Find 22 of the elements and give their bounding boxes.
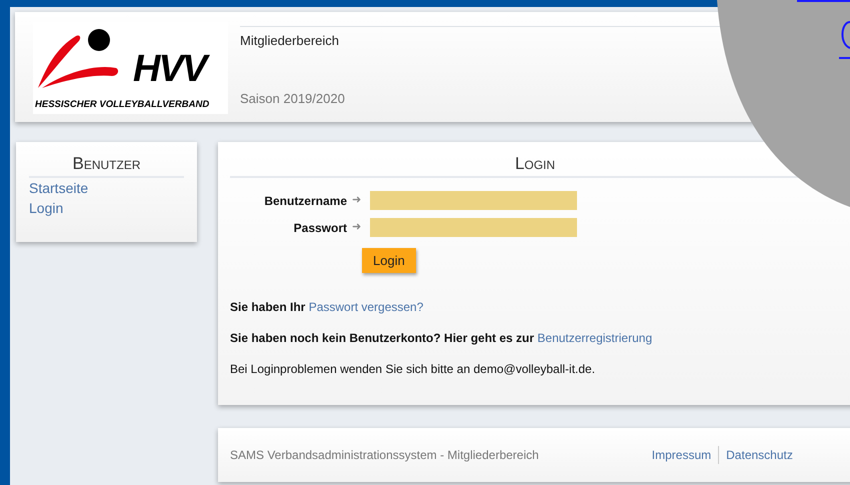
sidebar-link[interactable]: Login xyxy=(29,198,64,218)
arrow-icon: ➜ xyxy=(352,192,366,209)
login-title: Login xyxy=(514,153,556,175)
season-text: Saison 2019/2020 xyxy=(240,90,346,108)
help-link[interactable]: Benutzerregistrierung xyxy=(537,331,652,345)
arrow-icon: ➜ xyxy=(352,219,366,236)
area-title: Mitgliederbereich xyxy=(240,32,340,50)
sidebar-link[interactable]: Startseite xyxy=(29,178,88,198)
footer-link[interactable]: Datenschutz xyxy=(718,446,793,464)
input-field[interactable] xyxy=(370,218,577,237)
login-button[interactable]: Login xyxy=(362,248,416,273)
field-label: Benutzername xyxy=(263,192,347,210)
input-field[interactable] xyxy=(370,191,577,210)
help-sentence: Sie haben Ihr Passwort vergessen? xyxy=(230,299,424,316)
help-sentence: Sie haben noch kein Benutzerkonto? Hier geht es zur Benutzerregistrierung xyxy=(230,330,654,347)
contact-text: Bei Loginproblemen wenden Sie sich bitte an demo@volleyball-it.de. xyxy=(230,361,596,378)
logo-name: HESSISCHER VOLLEYBALLVERBAND xyxy=(35,100,210,110)
sidebar-title: Benutzer xyxy=(29,152,184,178)
footer-text: SAMS Verbandsadministrationssystem - Mitgliederbereich xyxy=(230,447,539,464)
help-link[interactable]: Passwort vergessen? xyxy=(308,300,424,314)
footer-link[interactable]: Impressum xyxy=(652,446,712,464)
field-label: Passwort xyxy=(292,220,347,236)
